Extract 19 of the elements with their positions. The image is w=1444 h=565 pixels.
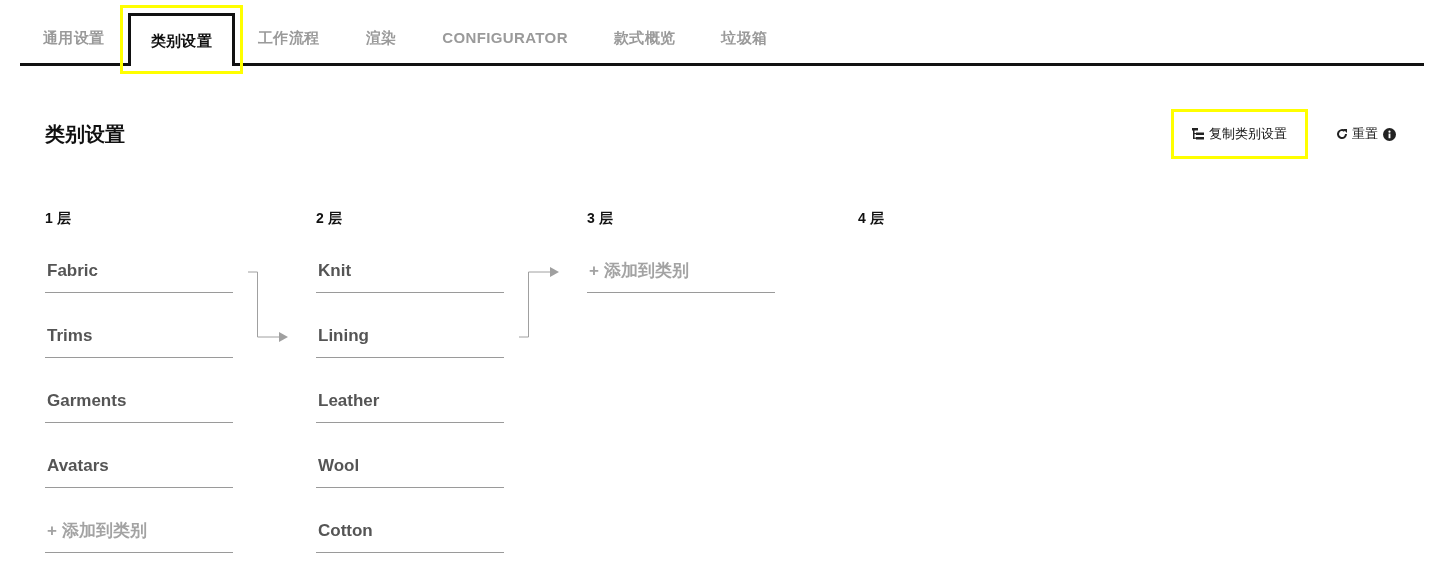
- category-item[interactable]: Garments: [45, 380, 233, 423]
- category-item[interactable]: Fabric: [45, 250, 233, 293]
- level-heading: 1 层: [45, 209, 71, 227]
- category-item[interactable]: Cotton: [316, 510, 504, 553]
- category-item[interactable]: Trims: [45, 315, 233, 358]
- refresh-icon: [1336, 128, 1348, 140]
- category-item[interactable]: Avatars: [45, 445, 233, 488]
- copy-settings-button[interactable]: 复制类别设置: [1171, 109, 1308, 159]
- category-item[interactable]: Leather: [316, 380, 504, 423]
- level-heading: 3 层: [587, 209, 613, 227]
- level-heading: 2 层: [316, 209, 342, 227]
- category-item[interactable]: Knit: [316, 250, 504, 293]
- category-item[interactable]: Wool: [316, 445, 504, 488]
- level-heading: 4 层: [858, 209, 884, 227]
- page-title: 类别设置: [45, 122, 125, 147]
- info-icon[interactable]: [1383, 127, 1396, 141]
- reset-button[interactable]: 重置: [1336, 124, 1378, 144]
- category-item[interactable]: Lining: [316, 315, 504, 358]
- tree-icon: [1192, 128, 1204, 140]
